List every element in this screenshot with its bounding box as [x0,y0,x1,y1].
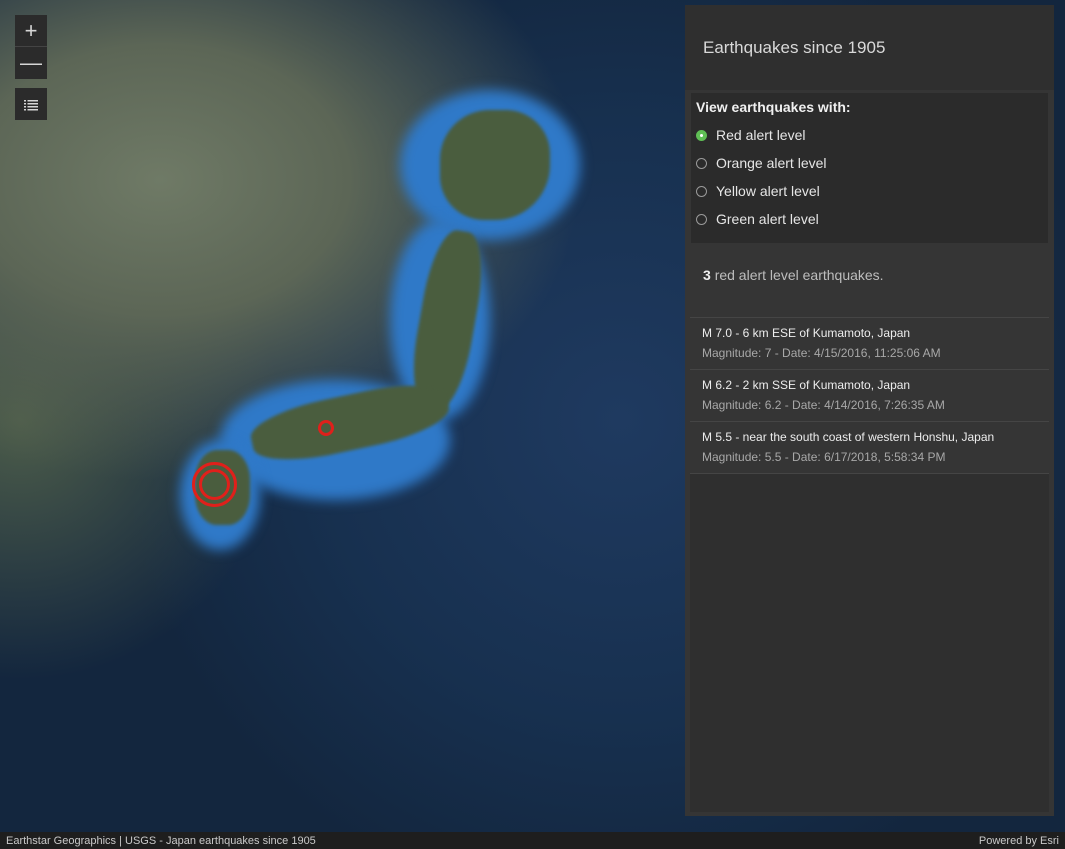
radio-checked-icon[interactable] [696,129,707,141]
zoom-out-button[interactable]: — [15,47,47,79]
earthquake-marker[interactable] [318,420,334,436]
results-summary-text: red alert level earthquakes. [714,267,884,283]
filter-option-yellow[interactable]: Yellow alert level [696,177,1042,205]
panel-title: Earthquakes since 1905 [685,5,1054,90]
filter-option-label: Yellow alert level [716,183,820,199]
filter-option-label: Orange alert level [716,155,827,171]
list-item[interactable]: M 7.0 - 6 km ESE of Kumamoto, Japan Magn… [690,318,1049,370]
list-item[interactable]: M 6.2 - 2 km SSE of Kumamoto, Japan Magn… [690,370,1049,422]
powered-by-link[interactable]: Powered by Esri [973,835,1065,847]
results-empty-area [690,474,1049,812]
filter-option-orange[interactable]: Orange alert level [696,149,1042,177]
result-meta: Magnitude: 7 - Date: 4/15/2016, 11:25:06… [702,346,941,360]
filter-option-red[interactable]: Red alert level [696,121,1042,149]
results-count: 3 [703,267,711,283]
earthquake-marker[interactable] [199,469,230,500]
result-meta: Magnitude: 6.2 - Date: 4/14/2016, 7:26:3… [702,398,945,412]
list-icon [24,91,38,117]
radio-unchecked-icon[interactable] [696,157,707,169]
list-item[interactable]: M 5.5 - near the south coast of western … [690,422,1049,474]
filter-option-green[interactable]: Green alert level [696,205,1042,233]
radio-unchecked-icon[interactable] [696,213,707,225]
filter-option-label: Green alert level [716,211,819,227]
layer-list-button[interactable] [15,88,47,120]
result-title: M 5.5 - near the south coast of western … [702,430,995,444]
result-title: M 6.2 - 2 km SSE of Kumamoto, Japan [702,378,911,392]
results-list: M 7.0 - 6 km ESE of Kumamoto, Japan Magn… [690,317,1049,474]
alert-filter: View earthquakes with: Red alert level O… [691,93,1048,243]
filter-option-label: Red alert level [716,127,806,143]
hokkaido-landmass [440,110,550,220]
result-title: M 7.0 - 6 km ESE of Kumamoto, Japan [702,326,911,340]
earthquake-panel: Earthquakes since 1905 View earthquakes … [685,5,1054,816]
attribution-text: Earthstar Geographics | USGS - Japan ear… [6,834,316,847]
attribution-bar: Earthstar Geographics | USGS - Japan ear… [0,832,1065,849]
filter-title: View earthquakes with: [696,99,851,115]
results-summary: 3 red alert level earthquakes. [685,243,1054,317]
radio-unchecked-icon[interactable] [696,185,707,197]
result-meta: Magnitude: 5.5 - Date: 6/17/2018, 5:58:3… [702,450,946,464]
zoom-in-button[interactable]: + [15,15,47,47]
